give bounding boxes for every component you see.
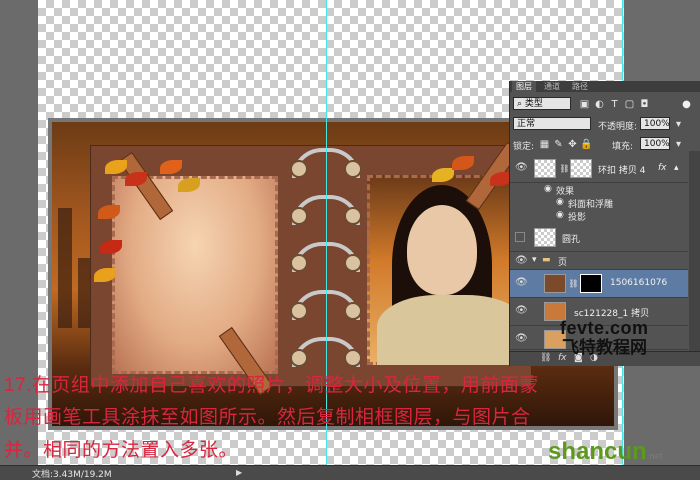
layer-mask-thumbnail [570,159,592,178]
layer-row[interactable]: 圆孔 [510,224,688,252]
link-layers-icon[interactable]: ⛓ [540,353,551,363]
opacity-dropdown-icon[interactable]: ▾ [672,118,685,131]
background-tree [58,208,72,328]
fill-label: 填充: [612,142,634,152]
lock-row: 锁定: ▦ ✎ ✥ 🔒 填充: 100% ▾ [510,135,700,153]
ring-hole [344,207,362,225]
ring-hole [290,160,308,178]
layer-thumbnail [534,159,556,178]
visibility-eye-icon[interactable]: 👁 [515,278,528,288]
watermark-shancun: shancun.net [548,438,663,466]
effect-row[interactable]: ◉ 斜面和浮雕 [510,196,700,210]
ring-hole [290,254,308,272]
type-filter-icon[interactable]: T [608,98,621,111]
lock-transparency-icon[interactable]: ▦ [538,138,551,151]
ring-hole [344,349,362,367]
visibility-eye-icon[interactable]: 👁 [515,334,528,344]
ring-hole [290,302,308,320]
watermark-shancun-suffix: .net [646,451,663,461]
ring-hole [290,207,308,225]
shape-filter-icon[interactable]: ▢ [623,98,636,111]
ring-hole [290,349,308,367]
layers-scrollbar[interactable] [689,151,700,351]
layer-thumbnail [534,228,556,247]
adjustment-filter-icon[interactable]: ◐ [593,98,606,111]
filter-kind-select[interactable]: ⌕ 类型 [513,97,571,110]
portrait-face [407,205,477,295]
portrait-robe [377,295,527,365]
canvas-area[interactable]: 图层 通道 路径 ⌕ 类型 ▣ ◐ T ▢ ◘ ● 正常 不透明度: 100% … [0,0,700,465]
tab-channels[interactable]: 通道 [540,81,564,92]
layer-mask-thumbnail [580,274,602,293]
caption-line-2: 板用画笔工具涂抹至如图所示。然后复制相框图层，与图片合 [4,407,531,428]
blend-row: 正常 不透明度: 100% ▾ [510,115,700,133]
effect-row[interactable]: ◉ 投影 [510,209,700,223]
layer-name: 环扣 拷贝 4 [598,166,646,176]
status-bar: 文档:3.43M/19.2M ▶ [0,465,700,480]
watermark-shancun-text: shancun [548,438,647,465]
layer-name: 圆孔 [562,235,581,245]
ring-hole [344,254,362,272]
effect-eye-icon[interactable]: ◉ [556,210,564,220]
visibility-eye-icon[interactable]: 👁 [515,306,528,316]
document-size[interactable]: 文档:3.43M/19.2M [32,467,112,480]
search-icon: ⌕ [517,99,525,109]
panel-tabs: 图层 通道 路径 [510,81,700,92]
lock-all-icon[interactable]: 🔒 [580,138,593,151]
blend-mode-select[interactable]: 正常 [513,117,591,130]
lock-label: 锁定: [513,142,535,152]
expand-arrow-icon[interactable]: ▾ [532,255,537,265]
folder-icon: ▬ [542,255,551,265]
layer-name: 1506161076 [610,278,668,288]
effect-drop-shadow: 投影 [568,213,587,223]
filter-kind-label: 类型 [524,99,543,109]
smart-object-filter-icon[interactable]: ◘ [638,98,651,111]
lock-position-icon[interactable]: ✥ [566,138,579,151]
caption-line-1: 17.在页组中添加自己喜欢的照片，调整大小及位置，用前面蒙 [4,375,539,396]
link-icon: ⛓ [568,279,579,288]
layer-thumbnail [544,274,566,293]
lock-pixels-icon[interactable]: ✎ [552,138,565,151]
watermark-fevte-cn: 飞特教程网 [562,338,647,357]
fill-input[interactable]: 100% [640,137,670,150]
filter-row: ⌕ 类型 ▣ ◐ T ▢ ◘ ● [510,95,700,113]
effect-eye-icon[interactable]: ◉ [556,197,564,207]
pixel-filter-icon[interactable]: ▣ [578,98,591,111]
collapse-arrow-icon[interactable]: ▴ [674,163,679,173]
visibility-eye-icon[interactable]: 👁 [515,256,528,266]
effects-row[interactable]: ◉ 效果 [510,183,700,197]
fill-dropdown-icon[interactable]: ▾ [672,138,685,151]
filter-toggle-icon[interactable]: ● [680,98,693,111]
tab-layers[interactable]: 图层 [512,81,536,92]
tab-paths[interactable]: 路径 [568,81,592,92]
layer-row-selected[interactable]: 👁 ⛓ 1506161076 [510,270,688,298]
visibility-eye-icon[interactable]: 👁 [515,163,528,173]
album-left-page [112,176,278,374]
group-row[interactable]: 👁 ▾ ▬ 页 [510,252,688,270]
opacity-label: 不透明度: [598,122,638,132]
status-menu-arrow-icon[interactable]: ▶ [236,468,242,477]
fx-icon[interactable]: fx [658,163,667,173]
group-name: 页 [558,258,568,268]
visibility-off-box[interactable] [515,232,525,242]
effect-eye-icon[interactable]: ◉ [544,184,552,194]
opacity-input[interactable]: 100% [640,117,670,130]
layer-row[interactable]: 👁 ⛓ 环扣 拷贝 4 fx ▴ [510,155,688,183]
ring-hole [344,160,362,178]
ring-hole [344,302,362,320]
